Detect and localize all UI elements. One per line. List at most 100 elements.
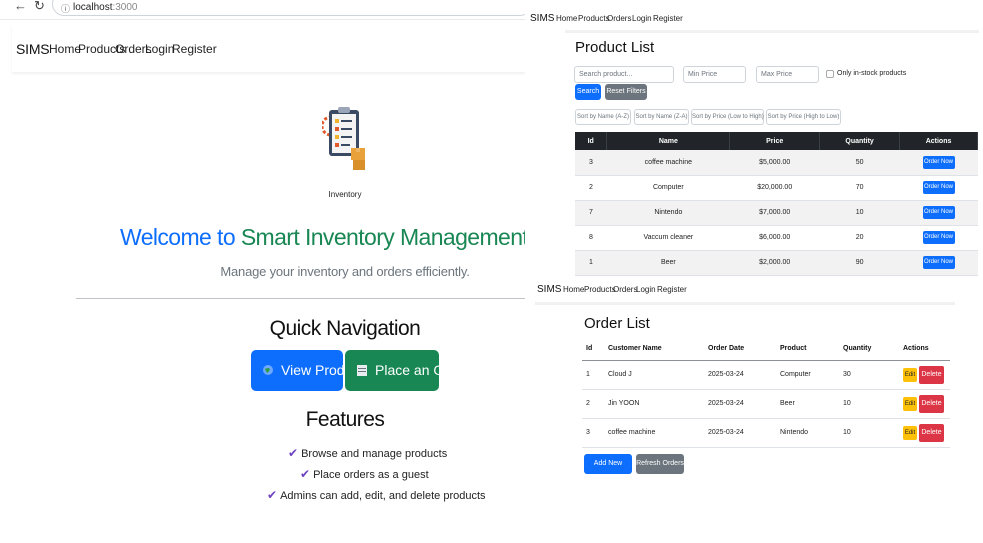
- products-table: Id Name Price Quantity Actions 3 coffee …: [575, 132, 978, 276]
- tagline: Manage your inventory and orders efficie…: [220, 264, 470, 279]
- in-stock-checkbox[interactable]: [826, 70, 834, 78]
- sort-name-asc-button[interactable]: Sort by Name (A-Z): [575, 109, 631, 125]
- inventory-logo-icon: [322, 107, 365, 170]
- navbar-shadow: [535, 302, 955, 305]
- nav-link-register[interactable]: Register: [653, 14, 683, 23]
- back-arrow-icon[interactable]: ←: [14, 0, 27, 13]
- min-price-input[interactable]: Min Price: [683, 66, 746, 83]
- reset-filters-button[interactable]: Reset Filters: [605, 84, 647, 100]
- cell-quantity: 10: [839, 418, 899, 448]
- feature-item: ✔ Admins can add, edit, and delete produc…: [267, 488, 486, 502]
- info-icon[interactable]: ⓘ: [61, 2, 70, 15]
- cell-id: 8: [575, 225, 607, 251]
- feature-item: ✔ Place orders as a guest: [300, 467, 429, 481]
- nav-link-orders[interactable]: Orders: [613, 285, 637, 294]
- table-row: 1 Cloud J 2025-03-24 Computer 30 Edit Del…: [582, 360, 950, 390]
- cell-id: 1: [582, 360, 604, 390]
- column-header: Actions: [899, 132, 978, 150]
- order-now-button[interactable]: Order Now: [922, 206, 955, 219]
- nav-link-products[interactable]: Products: [584, 285, 616, 294]
- welcome-heading: Welcome to Smart Inventory Management Sy…: [120, 224, 608, 250]
- cell-date: 2025-03-24: [704, 389, 776, 419]
- add-new-order-button[interactable]: Add New Order: [584, 454, 632, 487]
- reload-icon[interactable]: ↻: [34, 0, 45, 14]
- navbar-brand[interactable]: SIMS: [530, 13, 554, 24]
- delete-button[interactable]: Delete: [919, 423, 944, 442]
- column-header: Product: [776, 338, 839, 361]
- view-products-button[interactable]: View Products: [251, 350, 370, 391]
- column-header: Id: [582, 338, 604, 361]
- cell-date: 2025-03-24: [704, 360, 776, 390]
- column-header: Price: [729, 132, 821, 150]
- nav-link-home[interactable]: Home: [49, 42, 81, 56]
- page-title: Product List: [575, 39, 655, 56]
- nav-link-login[interactable]: Login: [636, 285, 656, 294]
- cell-name: Computer: [606, 175, 730, 201]
- nav-link-login[interactable]: Login: [145, 42, 174, 56]
- cell-product: Beer: [776, 389, 839, 419]
- sort-price-desc-button[interactable]: Sort by Price (High to Low): [766, 109, 841, 125]
- table-row: 8 Vaccum cleaner $6,000.00 20 Order Now: [575, 225, 978, 251]
- order-now-button[interactable]: Order Now: [922, 256, 955, 269]
- cell-quantity: 20: [819, 225, 900, 251]
- search-button[interactable]: Search: [575, 84, 601, 100]
- edit-button[interactable]: Edit: [903, 367, 917, 382]
- column-header: Quantity: [839, 338, 899, 361]
- cell-product: Nintendo: [776, 418, 839, 448]
- max-price-input[interactable]: Max Price: [756, 66, 819, 83]
- order-now-button[interactable]: Order Now: [922, 231, 955, 244]
- cell-quantity: 10: [839, 389, 899, 419]
- edit-button[interactable]: Edit: [903, 425, 917, 440]
- sort-name-desc-button[interactable]: Sort by Name (Z-A): [634, 109, 689, 125]
- table-row: 1 Beer $2,000.00 90 Order Now: [575, 250, 978, 276]
- place-order-button[interactable]: Place an Order: [345, 350, 469, 391]
- cell-quantity: 50: [819, 150, 900, 176]
- table-row: 7 Nintendo $7,000.00 10 Order Now: [575, 200, 978, 226]
- features-title: Features: [305, 408, 385, 431]
- nav-link-products[interactable]: Products: [578, 14, 610, 23]
- order-now-button[interactable]: Order Now: [922, 155, 955, 169]
- order-now-button[interactable]: Order Now: [922, 181, 955, 194]
- cell-customer: Jin YOON: [604, 389, 704, 419]
- nav-link-register[interactable]: Register: [172, 42, 217, 56]
- column-header: Name: [606, 132, 731, 150]
- address-bar[interactable]: ⓘ localhost:3000: [52, 0, 532, 16]
- cell-product: Computer: [776, 360, 839, 390]
- column-header: Quantity: [819, 132, 901, 150]
- nav-link-home[interactable]: Home: [556, 14, 577, 23]
- quick-navigation-title: Quick Navigation: [269, 317, 421, 340]
- nav-link-home[interactable]: Home: [563, 285, 584, 294]
- divider: [76, 298, 525, 299]
- sort-price-asc-button[interactable]: Sort by Price (Low to High): [691, 109, 764, 125]
- navbar-shadow: [565, 30, 979, 33]
- globe-icon: [263, 365, 273, 375]
- cell-price: $20,000.00: [729, 175, 820, 201]
- cell-price: $2,000.00: [729, 250, 820, 276]
- nav-link-login[interactable]: Login: [632, 14, 652, 23]
- delete-button[interactable]: Delete: [919, 365, 944, 384]
- navbar-brand[interactable]: SIMS: [537, 284, 561, 295]
- cell-price: $6,000.00: [729, 225, 820, 251]
- table-row: 2 Jin YOON 2025-03-24 Beer 10 Edit Delete: [582, 389, 950, 419]
- navbar-brand[interactable]: SIMS: [16, 41, 50, 57]
- cell-quantity: 30: [839, 360, 899, 390]
- cell-name: Vaccum cleaner: [606, 225, 730, 251]
- order-list-page: SIMS Home Products Orders Login Register…: [525, 276, 983, 543]
- address-url: localhost:3000: [73, 2, 138, 13]
- nav-link-register[interactable]: Register: [657, 285, 687, 294]
- product-list-page: SIMS Home Products Orders Login Register…: [525, 0, 983, 276]
- cell-id: 3: [582, 418, 604, 448]
- cell-customer: Cloud J: [604, 360, 704, 390]
- cell-actions: Edit Delete: [899, 389, 950, 419]
- table-header-row: Id Name Price Quantity Actions: [575, 132, 978, 150]
- check-icon: ✔: [300, 467, 311, 481]
- home-page: ← ↻ ⓘ localhost:3000 SIMS Home Products …: [0, 0, 608, 543]
- search-input[interactable]: Search product...: [574, 66, 674, 83]
- refresh-orders-button[interactable]: Refresh Orders: [636, 454, 684, 474]
- cell-actions: Edit Delete: [899, 418, 950, 448]
- cell-id: 3: [575, 150, 607, 176]
- cell-actions: Order Now: [899, 250, 978, 276]
- edit-button[interactable]: Edit: [903, 396, 917, 411]
- nav-link-orders[interactable]: Orders: [607, 14, 631, 23]
- delete-button[interactable]: Delete: [919, 394, 944, 413]
